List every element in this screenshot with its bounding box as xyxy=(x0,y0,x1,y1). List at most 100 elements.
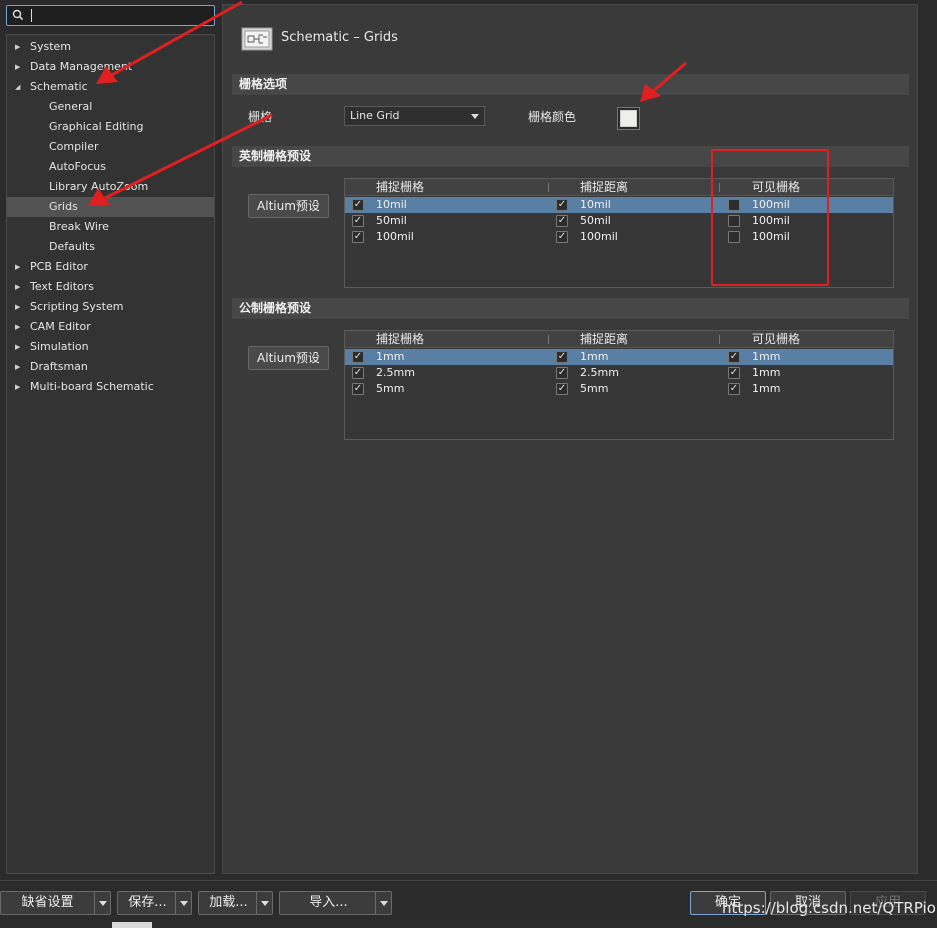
checkbox[interactable]: ✓ xyxy=(556,351,568,363)
checkbox[interactable]: ✓ xyxy=(728,367,740,379)
column-separator[interactable] xyxy=(548,335,549,344)
checkbox[interactable]: ✓ xyxy=(556,383,568,395)
expand-arrow-icon[interactable]: ▶ xyxy=(15,37,25,57)
tree-item[interactable]: Break Wire xyxy=(7,217,214,237)
tree-item-label: Multi-board Schematic xyxy=(30,380,154,393)
expand-arrow-icon[interactable]: ▶ xyxy=(15,57,25,77)
tree-item[interactable]: ▶ CAM Editor xyxy=(7,317,214,337)
checkmark-icon: ✓ xyxy=(557,383,567,394)
column-separator[interactable] xyxy=(719,335,720,344)
tree-item[interactable]: ▶ Text Editors xyxy=(7,277,214,297)
expand-arrow-icon[interactable]: ▶ xyxy=(15,337,25,357)
expand-arrow-icon[interactable]: ▶ xyxy=(15,257,25,277)
metric-altium-preset-button[interactable]: Altium预设 xyxy=(248,346,329,370)
checkbox[interactable]: ✓ xyxy=(352,215,364,227)
load-button[interactable]: 加载... xyxy=(198,891,273,915)
column-separator[interactable] xyxy=(548,183,549,192)
cell-value: 50mil xyxy=(376,214,407,227)
tree-item-label: Text Editors xyxy=(30,280,95,293)
checkbox[interactable]: ✓ xyxy=(556,231,568,243)
table-row[interactable]: ✓ 2.5mm ✓ 2.5mm ✓ 1mm xyxy=(345,365,893,381)
checkmark-icon: ✓ xyxy=(557,367,567,378)
page-title: Schematic – Grids xyxy=(281,30,398,45)
column-header[interactable]: 捕捉距离 xyxy=(580,179,628,195)
checkmark-icon: ✓ xyxy=(353,215,363,226)
metric-grid-table: 捕捉栅格 捕捉距离 可见栅格 ✓ 1mm ✓ 1mm ✓ 1mm ✓ 2.5mm ✓ 2.5mm ✓ 1mm… xyxy=(344,330,894,440)
cell-value: 10mil xyxy=(376,198,407,211)
tree-item[interactable]: ▶ System xyxy=(7,37,214,57)
checkbox[interactable]: ✓ xyxy=(556,367,568,379)
checkbox[interactable]: ✓ xyxy=(728,383,740,395)
grid-label: 栅格 xyxy=(248,110,273,124)
grid-type-select[interactable]: Line Grid xyxy=(344,106,485,126)
save-label: 保存... xyxy=(128,895,167,910)
expand-arrow-icon[interactable]: ▶ xyxy=(15,297,25,317)
expand-arrow-icon[interactable]: ▶ xyxy=(15,317,25,337)
checkbox[interactable]: ✓ xyxy=(352,383,364,395)
collapse-arrow-icon[interactable]: ◢ xyxy=(15,77,25,97)
checkbox[interactable]: ✓ xyxy=(352,367,364,379)
column-header[interactable]: 捕捉距离 xyxy=(580,331,628,347)
import-button[interactable]: 导入... xyxy=(279,891,392,915)
tree-item[interactable]: ▶ Scripting System xyxy=(7,297,214,317)
tree-item[interactable]: ▶ Data Management xyxy=(7,57,214,77)
section-grid-options: 栅格选项 xyxy=(232,74,909,95)
dropdown-arrow-icon[interactable] xyxy=(256,892,272,914)
cell-value: 50mil xyxy=(580,214,611,227)
dropdown-arrow-icon[interactable] xyxy=(375,892,391,914)
checkbox[interactable]: ✓ xyxy=(556,199,568,211)
cell-value: 1mm xyxy=(752,350,781,363)
tree-item[interactable]: ▶ Simulation xyxy=(7,337,214,357)
tree-item[interactable]: Library AutoZoom xyxy=(7,177,214,197)
search-icon xyxy=(12,9,24,21)
column-header[interactable]: 捕捉栅格 xyxy=(376,179,424,195)
tree-item[interactable]: Grids xyxy=(7,197,214,217)
dropdown-arrow-icon[interactable] xyxy=(175,892,191,914)
tree-item[interactable]: ▶ Multi-board Schematic xyxy=(7,377,214,397)
save-button[interactable]: 保存... xyxy=(117,891,192,915)
checkmark-icon: ✓ xyxy=(353,199,363,210)
checkmark-icon: ✓ xyxy=(729,383,739,394)
checkbox[interactable]: ✓ xyxy=(352,231,364,243)
checkbox[interactable]: ✓ xyxy=(728,351,740,363)
expand-arrow-icon[interactable]: ▶ xyxy=(15,277,25,297)
annotation-highlight-box xyxy=(711,149,829,286)
tree-item-label: Break Wire xyxy=(49,220,109,233)
defaults-label: 缺省设置 xyxy=(21,895,74,910)
tree-item[interactable]: AutoFocus xyxy=(7,157,214,177)
grid-type-value: Line Grid xyxy=(350,109,400,122)
column-header[interactable]: 捕捉栅格 xyxy=(376,331,424,347)
expand-arrow-icon[interactable]: ▶ xyxy=(15,377,25,397)
checkmark-icon: ✓ xyxy=(353,231,363,242)
schematic-icon xyxy=(241,27,273,51)
tree-item[interactable]: General xyxy=(7,97,214,117)
tree-item[interactable]: ▶ Draftsman xyxy=(7,357,214,377)
tree-item[interactable]: Compiler xyxy=(7,137,214,157)
checkbox[interactable]: ✓ xyxy=(556,215,568,227)
checkmark-icon: ✓ xyxy=(353,367,363,378)
cell-value: 1mm xyxy=(376,350,405,363)
tree-item[interactable]: Graphical Editing xyxy=(7,117,214,137)
tree-item[interactable]: ◢ Schematic xyxy=(7,77,214,97)
checkbox[interactable]: ✓ xyxy=(352,199,364,211)
settings-tree: ▶ System ▶ Data Management ◢ Schematic General… xyxy=(6,34,215,874)
dropdown-arrow-icon[interactable] xyxy=(94,892,110,914)
grid-color-swatch[interactable] xyxy=(617,107,640,130)
cell-value: 100mil xyxy=(376,230,414,243)
checkbox[interactable]: ✓ xyxy=(352,351,364,363)
search-input[interactable] xyxy=(6,5,215,26)
load-label: 加载... xyxy=(209,895,248,910)
tree-item-label: Draftsman xyxy=(30,360,88,373)
imperial-altium-preset-button[interactable]: Altium预设 xyxy=(248,194,329,218)
tree-item-label: Data Management xyxy=(30,60,133,73)
expand-arrow-icon[interactable]: ▶ xyxy=(15,357,25,377)
tree-item[interactable]: ▶ PCB Editor xyxy=(7,257,214,277)
table-row[interactable]: ✓ 5mm ✓ 5mm ✓ 1mm xyxy=(345,381,893,397)
table-row[interactable]: ✓ 1mm ✓ 1mm ✓ 1mm xyxy=(345,349,893,365)
column-header[interactable]: 可见栅格 xyxy=(752,331,800,347)
tree-item[interactable]: Defaults xyxy=(7,237,214,257)
defaults-button[interactable]: 缺省设置 xyxy=(0,891,111,915)
cell-value: 5mm xyxy=(376,382,405,395)
tree-item-label: System xyxy=(30,40,72,53)
tree-item-label: Compiler xyxy=(49,140,99,153)
